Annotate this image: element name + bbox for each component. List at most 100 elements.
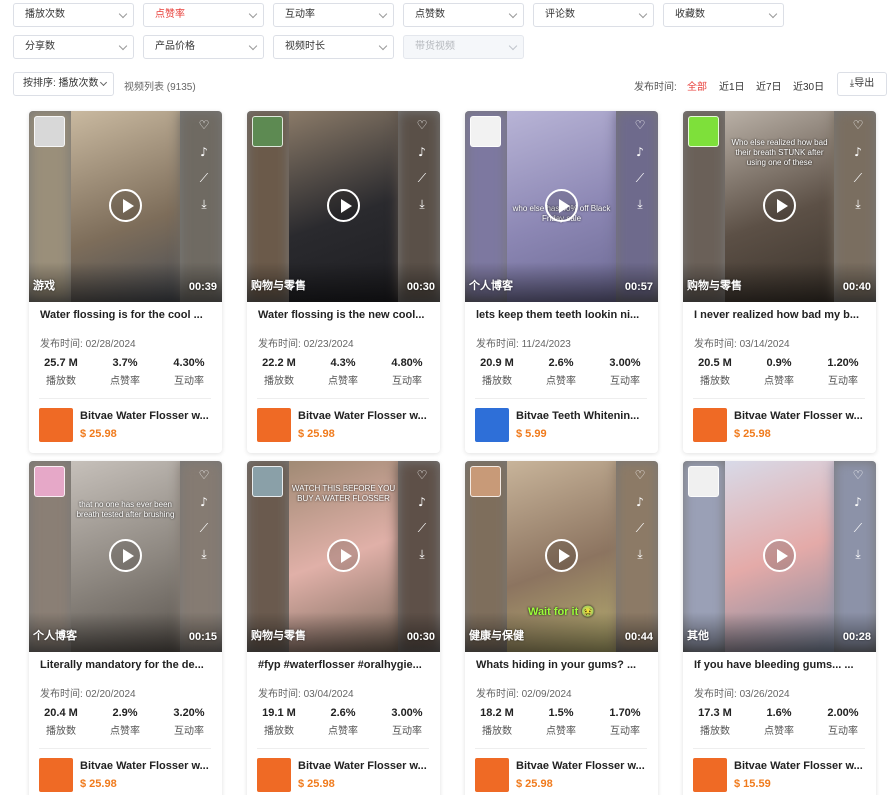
- trend-icon[interactable]: ⟋: [197, 171, 211, 185]
- product-name[interactable]: Bitvae Water Flosser w...: [516, 760, 648, 772]
- filter-video-duration[interactable]: 视频时长: [273, 35, 394, 59]
- filter-product-price[interactable]: 产品价格: [143, 35, 264, 59]
- product-image[interactable]: [39, 408, 73, 442]
- play-icon[interactable]: [109, 189, 142, 222]
- trend-icon[interactable]: ⟋: [851, 171, 865, 185]
- video-card[interactable]: ♡ ♪ ⟋ ⤓ 其他 00:28 If you have bleeding gu…: [683, 461, 876, 795]
- video-thumbnail[interactable]: that no one has ever been breath tested …: [29, 461, 222, 652]
- time-option-30d[interactable]: 近30日: [793, 78, 824, 93]
- tiktok-icon[interactable]: ♪: [633, 145, 647, 159]
- video-title[interactable]: lets keep them teeth lookin ni...: [476, 309, 648, 321]
- tiktok-icon[interactable]: ♪: [415, 495, 429, 509]
- sort-select[interactable]: 按排序: 播放次数: [13, 72, 114, 96]
- video-title[interactable]: Whats hiding in your gums? ...: [476, 659, 648, 671]
- product-name[interactable]: Bitvae Water Flosser w...: [80, 760, 212, 772]
- product-name[interactable]: Bitvae Water Flosser w...: [80, 410, 212, 422]
- tiktok-icon[interactable]: ♪: [415, 145, 429, 159]
- avatar[interactable]: [34, 116, 65, 147]
- heart-icon[interactable]: ♡: [197, 118, 211, 132]
- video-card[interactable]: Who else realized how bad their breath S…: [683, 111, 876, 453]
- video-thumbnail[interactable]: WATCH THIS BEFORE YOU BUY A WATER FLOSSE…: [247, 461, 440, 652]
- tiktok-icon[interactable]: ♪: [633, 495, 647, 509]
- filter-likes[interactable]: 点赞数: [403, 3, 524, 27]
- filter-commerce-video[interactable]: 带货视频: [403, 35, 524, 59]
- heart-icon[interactable]: ♡: [633, 468, 647, 482]
- video-thumbnail[interactable]: who else has 40% off Black Friday sale ♡…: [465, 111, 658, 302]
- play-icon[interactable]: [763, 189, 796, 222]
- product-image[interactable]: [257, 408, 291, 442]
- heart-icon[interactable]: ♡: [415, 118, 429, 132]
- trend-icon[interactable]: ⟋: [633, 521, 647, 535]
- avatar[interactable]: [688, 466, 719, 497]
- play-icon[interactable]: [545, 539, 578, 572]
- video-title[interactable]: I never realized how bad my b...: [694, 309, 866, 321]
- video-card[interactable]: Wait for it 🤢 ♡ ♪ ⟋ ⤓ 健康与保健 00:44 Whats …: [465, 461, 658, 795]
- download-icon[interactable]: ⤓: [633, 197, 647, 211]
- heart-icon[interactable]: ♡: [197, 468, 211, 482]
- video-thumbnail[interactable]: Who else realized how bad their breath S…: [683, 111, 876, 302]
- filter-favorites[interactable]: 收藏数: [663, 3, 784, 27]
- avatar[interactable]: [470, 466, 501, 497]
- tiktok-icon[interactable]: ♪: [851, 145, 865, 159]
- avatar[interactable]: [252, 116, 283, 147]
- play-icon[interactable]: [545, 189, 578, 222]
- heart-icon[interactable]: ♡: [415, 468, 429, 482]
- download-icon[interactable]: ⤓: [851, 197, 865, 211]
- trend-icon[interactable]: ⟋: [633, 171, 647, 185]
- export-button[interactable]: ⤓导出: [837, 72, 887, 96]
- time-option-1d[interactable]: 近1日: [719, 78, 745, 93]
- video-thumbnail[interactable]: ♡ ♪ ⟋ ⤓ 游戏 00:39: [29, 111, 222, 302]
- product-image[interactable]: [39, 758, 73, 792]
- trend-icon[interactable]: ⟋: [415, 521, 429, 535]
- product-name[interactable]: Bitvae Water Flosser w...: [298, 410, 430, 422]
- time-option-7d[interactable]: 近7日: [756, 78, 782, 93]
- video-title[interactable]: Literally mandatory for the de...: [40, 659, 212, 671]
- download-icon[interactable]: ⤓: [415, 197, 429, 211]
- product-image[interactable]: [693, 758, 727, 792]
- filter-shares[interactable]: 分享数: [13, 35, 134, 59]
- video-title[interactable]: If you have bleeding gums... ...: [694, 659, 866, 671]
- filter-like-rate[interactable]: 点赞率: [143, 3, 264, 27]
- product-image[interactable]: [693, 408, 727, 442]
- download-icon[interactable]: ⤓: [197, 197, 211, 211]
- trend-icon[interactable]: ⟋: [197, 521, 211, 535]
- product-name[interactable]: Bitvae Water Flosser w...: [734, 410, 866, 422]
- download-icon[interactable]: ⤓: [851, 547, 865, 561]
- heart-icon[interactable]: ♡: [851, 118, 865, 132]
- video-thumbnail[interactable]: ♡ ♪ ⟋ ⤓ 购物与零售 00:30: [247, 111, 440, 302]
- tiktok-icon[interactable]: ♪: [197, 495, 211, 509]
- trend-icon[interactable]: ⟋: [851, 521, 865, 535]
- product-name[interactable]: Bitvae Water Flosser w...: [734, 760, 866, 772]
- video-card[interactable]: ♡ ♪ ⟋ ⤓ 游戏 00:39 Water flossing is for t…: [29, 111, 222, 453]
- trend-icon[interactable]: ⟋: [415, 171, 429, 185]
- product-image[interactable]: [257, 758, 291, 792]
- heart-icon[interactable]: ♡: [851, 468, 865, 482]
- filter-engagement-rate[interactable]: 互动率: [273, 3, 394, 27]
- video-card[interactable]: who else has 40% off Black Friday sale ♡…: [465, 111, 658, 453]
- product-name[interactable]: Bitvae Water Flosser w...: [298, 760, 430, 772]
- avatar[interactable]: [252, 466, 283, 497]
- video-title[interactable]: #fyp #waterflosser #oralhygie...: [258, 659, 430, 671]
- video-thumbnail[interactable]: Wait for it 🤢 ♡ ♪ ⟋ ⤓ 健康与保健 00:44: [465, 461, 658, 652]
- filter-plays[interactable]: 播放次数: [13, 3, 134, 27]
- product-image[interactable]: [475, 758, 509, 792]
- play-icon[interactable]: [327, 539, 360, 572]
- avatar[interactable]: [470, 116, 501, 147]
- download-icon[interactable]: ⤓: [197, 547, 211, 561]
- video-card[interactable]: WATCH THIS BEFORE YOU BUY A WATER FLOSSE…: [247, 461, 440, 795]
- video-title[interactable]: Water flossing is for the cool ...: [40, 309, 212, 321]
- download-icon[interactable]: ⤓: [415, 547, 429, 561]
- video-card[interactable]: ♡ ♪ ⟋ ⤓ 购物与零售 00:30 Water flossing is th…: [247, 111, 440, 453]
- play-icon[interactable]: [327, 189, 360, 222]
- tiktok-icon[interactable]: ♪: [851, 495, 865, 509]
- product-image[interactable]: [475, 408, 509, 442]
- video-card[interactable]: that no one has ever been breath tested …: [29, 461, 222, 795]
- tiktok-icon[interactable]: ♪: [197, 145, 211, 159]
- time-option-all[interactable]: 全部: [687, 78, 707, 93]
- video-title[interactable]: Water flossing is the new cool...: [258, 309, 430, 321]
- video-thumbnail[interactable]: ♡ ♪ ⟋ ⤓ 其他 00:28: [683, 461, 876, 652]
- play-icon[interactable]: [763, 539, 796, 572]
- avatar[interactable]: [34, 466, 65, 497]
- avatar[interactable]: [688, 116, 719, 147]
- filter-comments[interactable]: 评论数: [533, 3, 654, 27]
